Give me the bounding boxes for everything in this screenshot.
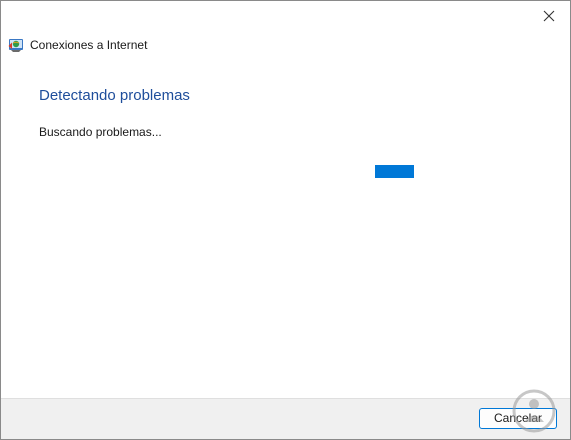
- network-globe-icon: [8, 39, 23, 52]
- page-title: Detectando problemas: [39, 87, 190, 104]
- close-button[interactable]: [534, 5, 564, 27]
- dialog-footer: Cancelar: [1, 398, 570, 439]
- progress-bar: [375, 165, 414, 178]
- window-header: Conexiones a Internet: [8, 37, 147, 53]
- status-text: Buscando problemas...: [39, 125, 162, 139]
- close-icon: [543, 10, 555, 22]
- cancel-button[interactable]: Cancelar: [479, 408, 557, 429]
- progress-indicator: [375, 165, 414, 178]
- window-title: Conexiones a Internet: [30, 38, 148, 52]
- troubleshooter-window: Conexiones a Internet Detectando problem…: [0, 0, 571, 440]
